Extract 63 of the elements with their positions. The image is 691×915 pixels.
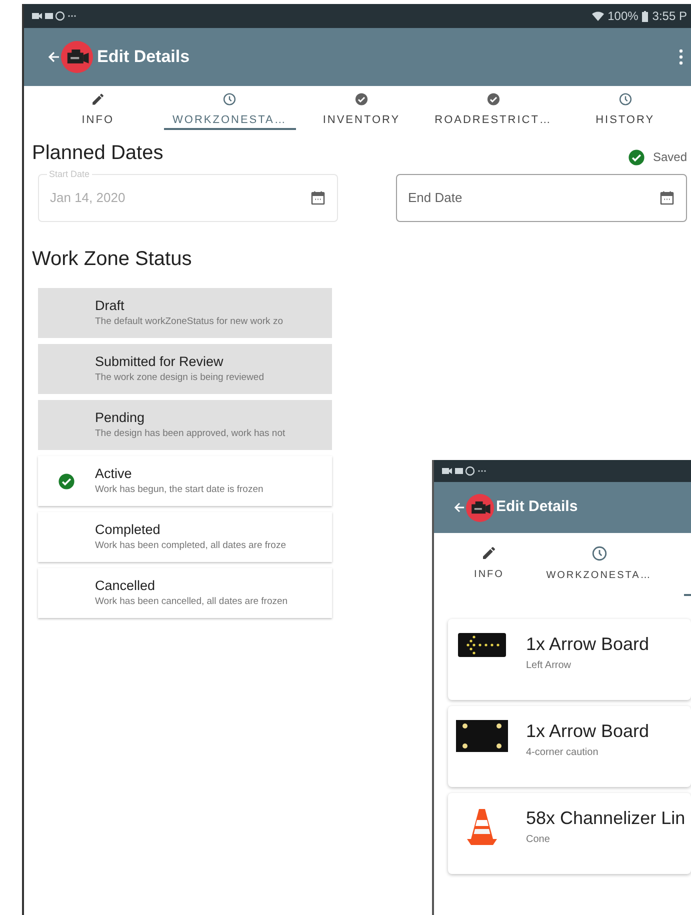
inventory-card[interactable]: 1x Arrow Board 4-corner caution	[448, 706, 691, 787]
inventory-subtitle: Left Arrow	[526, 659, 572, 673]
status-description: Work has been cancelled, all dates are frozen	[95, 594, 288, 609]
status-option[interactable]: Submitted for Review The work zone design is being reviewed	[38, 344, 332, 394]
tab[interactable]: WORKZONESTA…	[164, 92, 296, 130]
inventory-card[interactable]: 1x Arrow Board Left Arrow	[448, 619, 691, 700]
check-circle-icon	[628, 148, 645, 166]
status-name: Draft	[95, 296, 126, 315]
status-description: The work zone design is being reviewed	[95, 370, 264, 385]
inventory-title: 1x Arrow Board	[526, 720, 650, 743]
status-description: The default workZoneStatus for new work zo	[95, 314, 283, 329]
saved-status: Saved	[652, 149, 687, 166]
inventory-subtitle: 4-corner caution	[526, 746, 600, 760]
arrow-board-icon	[458, 633, 506, 657]
clock-time: 3:55 P	[652, 8, 687, 25]
status-description: The design has been approved, work has not	[95, 426, 286, 441]
status-description: Work has begun, the start date is frozen	[95, 482, 264, 497]
camera-avatar-icon	[466, 494, 494, 522]
status-option[interactable]: Cancelled Work has been cancelled, all dates are frozen	[38, 568, 332, 618]
app-bar-title: Edit Details	[496, 497, 578, 518]
section-title: Work Zone Status	[31, 247, 193, 272]
camera-avatar-icon	[61, 41, 93, 73]
tab[interactable]: HISTORY	[559, 92, 691, 130]
back-icon[interactable]	[454, 502, 465, 513]
app-bar-title: Edit Details	[97, 46, 190, 68]
inventory-title: 1x Arrow Board	[526, 633, 650, 656]
check-circle-icon	[352, 92, 370, 106]
start-date-value: Jan 14, 2020	[50, 189, 126, 208]
end-date-input[interactable]: End Date	[408, 188, 558, 208]
tab[interactable]: WORKZONESTA…	[544, 545, 654, 595]
status-name: Submitted for Review	[95, 352, 224, 371]
calendar-icon[interactable]	[659, 190, 675, 206]
tab[interactable]: INFO	[32, 92, 164, 130]
clock-icon	[616, 92, 634, 106]
status-option[interactable]: Completed Work has been completed, all dates are froze	[38, 512, 332, 562]
inventory-card[interactable]: 58x Channelizer Lin Cone	[448, 793, 691, 874]
section-title: Planned Dates	[32, 141, 164, 166]
inventory-subtitle: Cone	[526, 833, 551, 847]
tab[interactable]: INVENTORY	[296, 92, 428, 130]
status-description: Work has been completed, all dates are froze	[95, 538, 286, 553]
arrow-board-icon	[456, 720, 508, 752]
status-option[interactable]: Pending The design has been approved, work has not	[38, 400, 332, 450]
status-name: Cancelled	[95, 576, 156, 595]
traffic-cone-icon	[465, 807, 499, 847]
tab[interactable]: ROADRESTRICT…	[427, 92, 560, 130]
pencil-icon	[481, 545, 497, 561]
more-menu-icon[interactable]	[679, 49, 683, 65]
status-option[interactable]: Draft The default workZoneStatus for new work zo	[38, 288, 332, 338]
check-circle-icon	[484, 92, 502, 106]
tab[interactable]: INFO	[434, 545, 544, 595]
status-name: Pending	[95, 408, 146, 427]
clock-icon	[221, 92, 238, 106]
status-name: Active	[95, 464, 133, 483]
battery-icon	[642, 10, 648, 22]
wifi-icon	[592, 11, 604, 21]
end-date-field[interactable]: End Date	[396, 174, 687, 222]
clock-icon	[590, 545, 608, 562]
status-option[interactable]: Active Work has begun, the start date is frozen	[38, 456, 332, 506]
pencil-icon	[90, 92, 106, 106]
status-name: Completed	[95, 520, 162, 539]
back-icon[interactable]	[48, 51, 60, 63]
inventory-title: 58x Channelizer Lin	[526, 807, 686, 830]
battery-percent: 100%	[608, 8, 638, 25]
